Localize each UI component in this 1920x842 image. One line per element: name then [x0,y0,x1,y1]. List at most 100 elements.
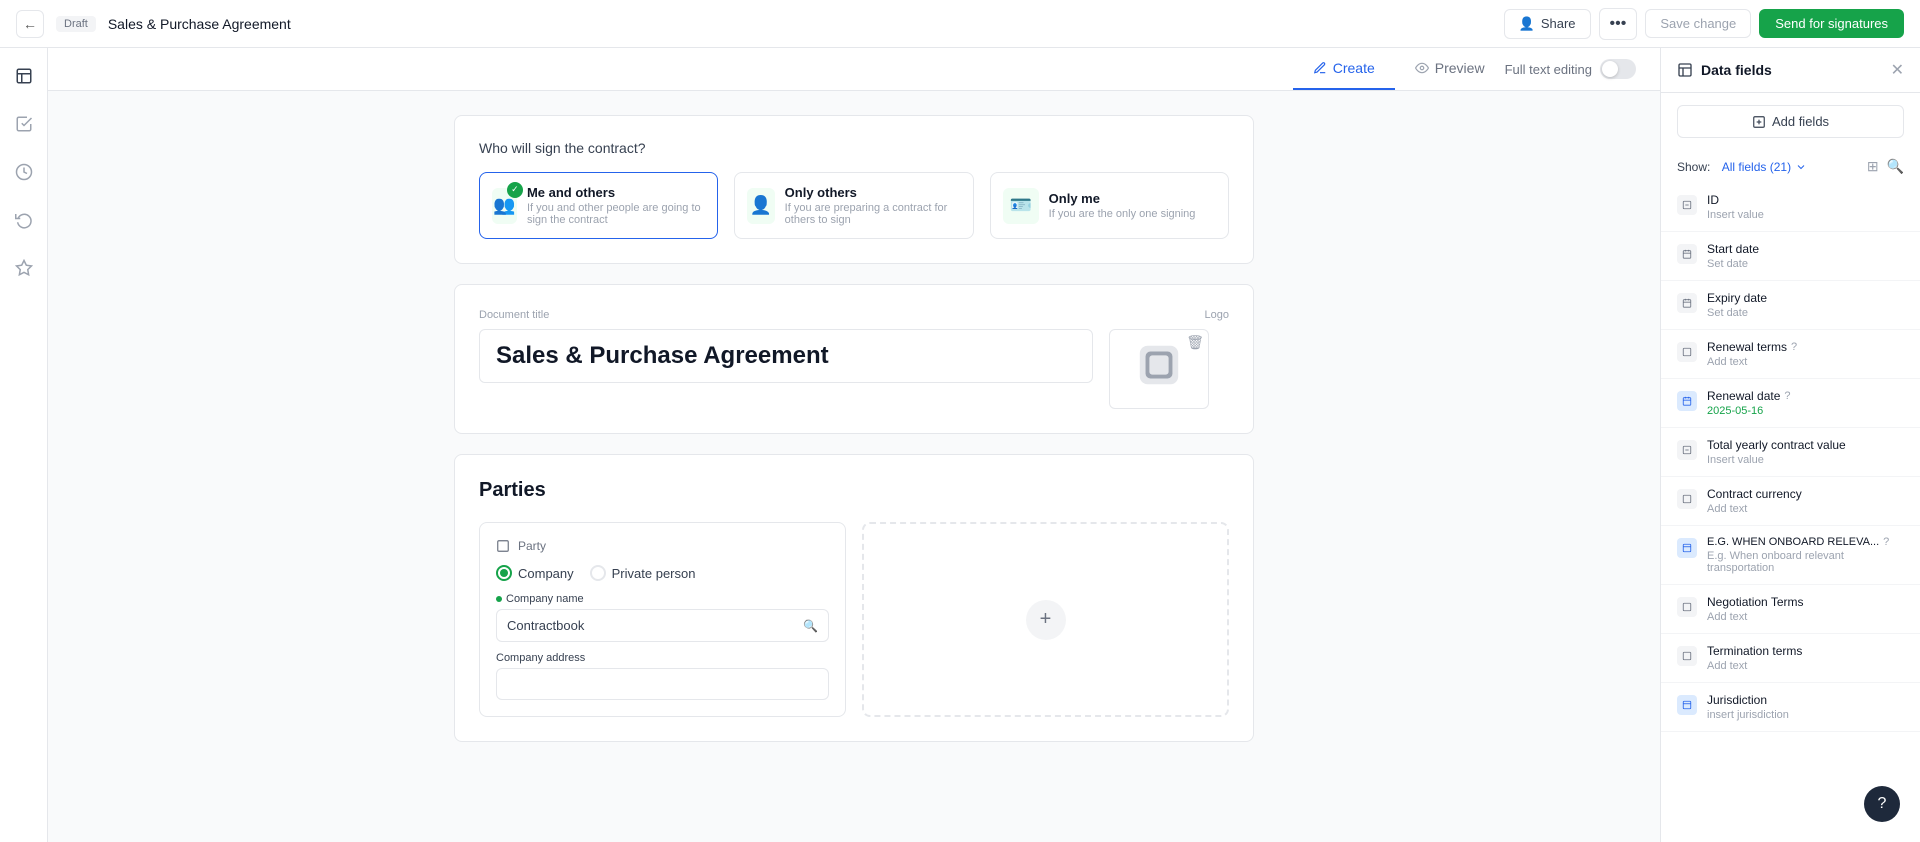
field-info-id: ID Insert value [1707,193,1764,221]
field-item-start-date[interactable]: Start date Set date [1661,232,1920,281]
panel-filter: Show: All fields (21) ⊞ 🔍 [1661,150,1920,183]
parties-section: Parties Party Com [454,454,1254,742]
sign-section: Who will sign the contract? 👥 ✓ Me and o… [454,115,1254,264]
field-item-negotiation[interactable]: Negotiation Terms Add text [1661,585,1920,634]
field-item-expiry-date[interactable]: Expiry date Set date [1661,281,1920,330]
sidebar-history-icon[interactable] [8,204,40,236]
filter-chevron-icon [1795,161,1807,173]
sidebar-check-icon[interactable] [8,108,40,140]
document-title-label: Document title [479,309,1093,321]
more-options-button[interactable]: ••• [1599,8,1638,40]
me-and-others-icon: 👥 ✓ [492,188,517,224]
field-info-currency: Contract currency Add text [1707,487,1802,515]
full-text-editing-toggle[interactable] [1600,59,1636,79]
field-info-total-value: Total yearly contract value Insert value [1707,438,1846,466]
onboard-help-icon: ? [1883,536,1889,548]
sidebar-clock-icon[interactable] [8,156,40,188]
logo-area: Logo 🗑 [1109,309,1229,409]
document-title-left: Document title [479,309,1093,383]
selected-check: ✓ [507,182,523,198]
sign-option-me-and-others[interactable]: 👥 ✓ Me and others If you and other peopl… [479,172,718,239]
field-icon-renewal-date [1677,391,1697,411]
radio-dot-company [500,569,508,577]
field-icon-negotiation [1677,597,1697,617]
tab-create[interactable]: Create [1293,48,1395,90]
company-address-label: Company address [496,652,829,664]
field-item-renewal-date[interactable]: Renewal date ? 2025-05-16 [1661,379,1920,428]
field-item-termination[interactable]: Termination terms Add text [1661,634,1920,683]
data-fields-panel: Data fields ✕ Add fields Show: All field… [1660,48,1920,842]
filter-tag[interactable]: All fields (21) [1722,160,1791,174]
field-icon-currency [1677,489,1697,509]
field-icon-total-value [1677,440,1697,460]
field-icon-id [1677,195,1697,215]
topbar-actions: 👤 Share ••• Save change Send for signatu… [1504,8,1904,40]
field-info-expiry-date: Expiry date Set date [1707,291,1767,319]
fields-list: ID Insert value Start date Set date [1661,183,1920,842]
sign-question: Who will sign the contract? [479,140,1229,156]
field-item-renewal-terms[interactable]: Renewal terms ? Add text [1661,330,1920,379]
field-item-total-value[interactable]: Total yearly contract value Insert value [1661,428,1920,477]
me-and-others-text: Me and others If you and other people ar… [527,185,705,226]
field-icon-onboard [1677,538,1697,558]
send-signatures-button[interactable]: Send for signatures [1759,9,1904,38]
add-fields-button[interactable]: Add fields [1677,105,1904,138]
document-title-section: Document title Logo 🗑 [454,284,1254,434]
panel-fields-icon [1677,62,1693,78]
radio-group: Company Private person [496,565,829,581]
field-info-negotiation: Negotiation Terms Add text [1707,595,1804,623]
logo-delete-button[interactable]: 🗑 [1186,334,1204,351]
panel-close-button[interactable]: ✕ [1891,60,1904,80]
field-item-currency[interactable]: Contract currency Add text [1661,477,1920,526]
radio-company[interactable]: Company [496,565,574,581]
filter-search-icon[interactable]: 🔍 [1887,158,1904,175]
party-card: Party Company Private perso [479,522,846,717]
add-party-plus-icon: + [1026,600,1066,640]
sign-options: 👥 ✓ Me and others If you and other peopl… [479,172,1229,239]
back-button[interactable]: ← [16,10,44,38]
radio-circle-private [590,565,606,581]
radio-private[interactable]: Private person [590,565,696,581]
tab-bar: Create Preview Full text editing [48,48,1660,91]
share-button[interactable]: 👤 Share [1504,9,1591,39]
party-header: Party [496,539,829,553]
filter-layout-icon[interactable]: ⊞ [1867,158,1879,175]
help-button[interactable]: ? [1864,786,1900,822]
logo-box: 🗑 [1109,329,1209,409]
company-search-icon: 🔍 [803,619,818,633]
field-icon-termination [1677,646,1697,666]
only-others-icon: 👤 [747,188,774,224]
panel-header: Data fields ✕ [1661,48,1920,93]
left-sidebar [0,48,48,842]
company-name-label: Company name [496,593,829,605]
company-address-input[interactable] [496,668,829,700]
document-area: Who will sign the contract? 👥 ✓ Me and o… [454,91,1254,782]
full-text-editing-toggle-area: Full text editing [1505,59,1660,79]
field-icon-jurisdiction [1677,695,1697,715]
company-name-input[interactable]: Contractbook 🔍 [496,609,829,642]
filter-label: Show: All fields (21) [1677,160,1807,174]
sign-option-only-me[interactable]: 🪪 Only me If you are the only one signin… [990,172,1229,239]
add-party-button[interactable]: + [862,522,1229,717]
panel-title: Data fields [1701,62,1772,78]
field-item-id[interactable]: ID Insert value [1661,183,1920,232]
parties-grid: Party Company Private perso [479,522,1229,717]
center-content: Create Preview Full text editing Who wil… [48,48,1660,842]
field-info-renewal-date: Renewal date ? 2025-05-16 [1707,389,1791,417]
document-title-header: Sales & Purchase Agreement [108,16,1492,32]
field-item-jurisdiction[interactable]: Jurisdiction insert jurisdiction [1661,683,1920,732]
sidebar-magic-icon[interactable] [8,252,40,284]
sign-option-only-others[interactable]: 👤 Only others If you are preparing a con… [734,172,973,239]
field-info-start-date: Start date Set date [1707,242,1759,270]
field-icon-renewal-terms [1677,342,1697,362]
sidebar-fields-icon[interactable] [8,60,40,92]
draft-badge: Draft [56,16,96,32]
main-layout: Create Preview Full text editing Who wil… [0,48,1920,842]
toggle-knob [1602,61,1618,77]
tab-preview[interactable]: Preview [1395,48,1505,90]
save-button[interactable]: Save change [1645,9,1751,38]
required-dot [496,596,502,602]
document-title-input[interactable] [479,329,1093,383]
field-item-onboard[interactable]: E.G. WHEN ONBOARD RELEVA... ? E.g. When … [1661,526,1920,585]
share-icon: 👤 [1519,16,1535,32]
